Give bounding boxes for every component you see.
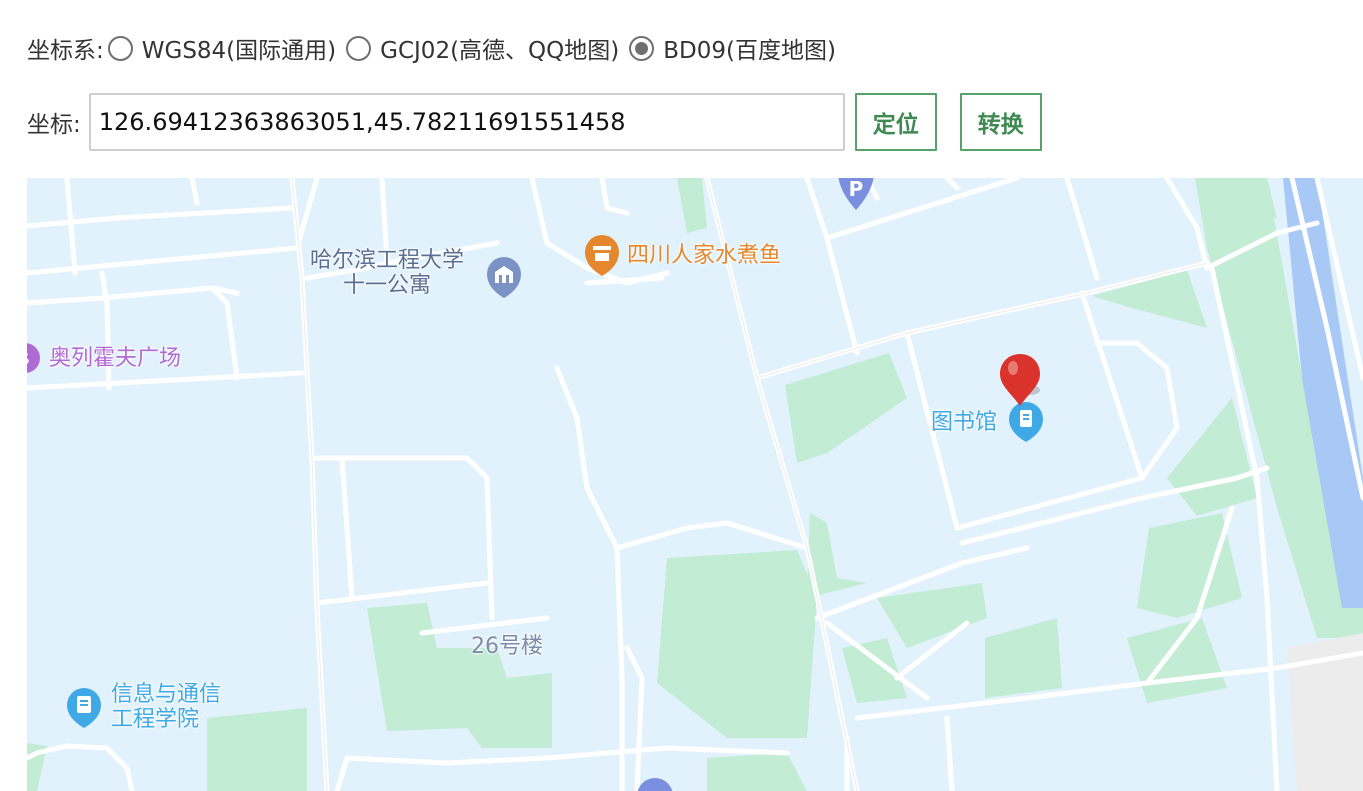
green-areas — [27, 178, 1363, 791]
coord-input[interactable] — [88, 93, 845, 151]
shopping-icon[interactable]: $ — [27, 343, 40, 373]
radio-label-bd09: BD09(百度地图) — [663, 38, 836, 64]
svg-text:$: $ — [27, 349, 30, 368]
radio-bd09[interactable] — [629, 35, 655, 61]
poi-label-library[interactable]: 图书馆 — [931, 410, 997, 435]
school-icon[interactable] — [67, 688, 101, 728]
convert-button[interactable]: 转换 — [959, 93, 1042, 151]
school-icon[interactable] — [487, 257, 521, 298]
coord-system-label: 坐标系: — [27, 38, 104, 64]
locate-button[interactable]: 定位 — [854, 93, 937, 151]
radio-option-bd09[interactable]: BD09(百度地图) — [629, 31, 836, 65]
coord-system-row: 坐标系: WGS84(国际通用) GCJ02(高德、QQ地图) BD09(百度地… — [27, 30, 846, 66]
svg-text:P: P — [849, 178, 864, 201]
poi-label-plaza[interactable]: 奥列霍夫广场 — [49, 346, 181, 371]
radio-label-gcj02: GCJ02(高德、QQ地图) — [380, 38, 620, 64]
poi-label-building26[interactable]: 26号楼 — [471, 634, 543, 659]
radio-option-wgs84[interactable]: WGS84(国际通用) — [107, 31, 337, 65]
coord-input-row: 坐标: 定位 转换 — [27, 93, 1042, 151]
parking-icon[interactable] — [637, 778, 673, 791]
parking-icon[interactable]: P — [838, 178, 874, 210]
poi-label-restaurant[interactable]: 四川人家水煮鱼 — [627, 243, 781, 268]
radio-label-wgs84: WGS84(国际通用) — [141, 38, 337, 64]
poi-label-school-line2: 工程学院 — [111, 707, 200, 733]
radio-gcj02[interactable] — [346, 35, 372, 61]
coord-label: 坐标: — [27, 112, 81, 138]
poi-label-school-line1: 信息与通信 — [111, 682, 222, 707]
poi-label-apartment[interactable]: 哈尔滨工程大学 十一公寓 — [310, 248, 464, 299]
map-view[interactable]: P $ — [27, 178, 1363, 791]
library-icon[interactable] — [1009, 402, 1043, 442]
radio-wgs84[interactable] — [107, 35, 133, 61]
poi-label-apartment-line1: 哈尔滨工程大学 — [310, 248, 465, 273]
radio-option-gcj02[interactable]: GCJ02(高德、QQ地图) — [346, 31, 619, 65]
map-canvas: P $ — [27, 178, 1363, 791]
poi-label-apartment-line2: 十一公寓 — [343, 273, 432, 299]
map-marker-icon[interactable] — [1000, 354, 1040, 406]
poi-label-school[interactable]: 信息与通信 工程学院 — [111, 682, 221, 733]
